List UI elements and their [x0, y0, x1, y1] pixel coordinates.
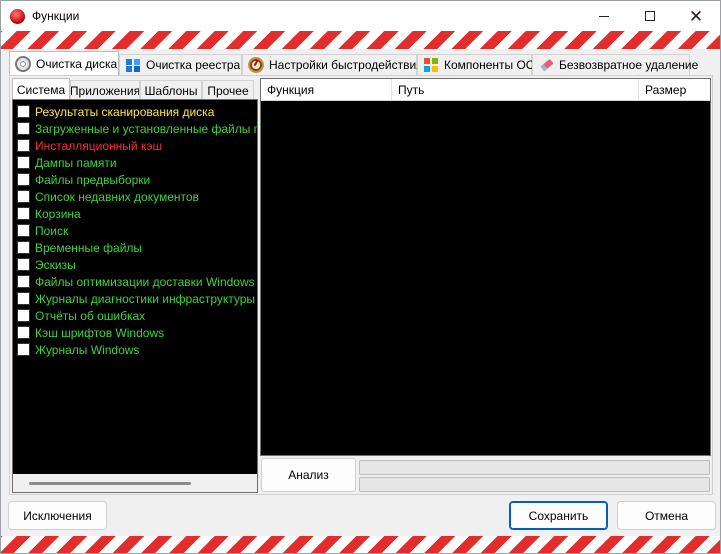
- tab-content-panel: Система Приложения Шаблоны Прочее Резуль…: [9, 75, 713, 495]
- checkbox[interactable]: [17, 258, 30, 271]
- item-label: Поиск: [35, 223, 69, 238]
- close-icon: ✕: [688, 6, 704, 26]
- tab-os-components[interactable]: Компоненты ОС: [417, 54, 535, 75]
- checkbox[interactable]: [17, 105, 30, 118]
- tab-label: Очистка реестра: [146, 58, 241, 72]
- registry-icon: [125, 57, 141, 73]
- list-item[interactable]: Отчёты об ошибках: [17, 307, 257, 324]
- maximize-button[interactable]: [627, 1, 673, 31]
- tab-label: Компоненты ОС: [444, 58, 535, 72]
- item-label: Временные файлы: [35, 240, 143, 255]
- minimize-icon: [599, 15, 609, 17]
- eraser-icon: [538, 57, 554, 73]
- item-label: Файлы предвыборки: [35, 172, 151, 187]
- tab-registry-cleanup[interactable]: Очистка реестра: [119, 54, 242, 75]
- checkbox[interactable]: [17, 343, 30, 356]
- save-button[interactable]: Сохранить: [509, 501, 608, 530]
- disk-icon: [15, 56, 31, 72]
- list-item[interactable]: Эскизы: [17, 256, 257, 273]
- checkbox[interactable]: [17, 156, 30, 169]
- decorative-stripe-top: [1, 31, 720, 49]
- exceptions-button[interactable]: Исключения: [8, 501, 107, 530]
- subtab-other[interactable]: Прочее: [202, 80, 254, 100]
- title-bar[interactable]: Функции ✕: [1, 1, 720, 31]
- list-item[interactable]: Временные файлы: [17, 239, 257, 256]
- app-icon: [10, 9, 25, 24]
- progress-bar-secondary: [359, 477, 710, 492]
- tab-permanent-deletion[interactable]: Безвозвратное удаление: [532, 54, 698, 75]
- decorative-stripe-bottom: [1, 536, 720, 553]
- checkbox[interactable]: [17, 241, 30, 254]
- item-label: Файлы оптимизации доставки Windows: [35, 274, 255, 289]
- results-grid[interactable]: Функция Путь Размер: [260, 78, 711, 456]
- main-tabs: Очистка диска Очистка реестра Настройки …: [9, 51, 712, 76]
- checkbox[interactable]: [17, 224, 30, 237]
- checkbox[interactable]: [17, 326, 30, 339]
- item-label: Журналы диагностики инфраструктуры Windo…: [35, 291, 257, 306]
- item-label: Отчёты об ошибках: [35, 308, 146, 323]
- speedometer-icon: [248, 57, 264, 73]
- checkbox[interactable]: [17, 207, 30, 220]
- list-item[interactable]: Список недавних документов: [17, 188, 257, 205]
- subtab-applications[interactable]: Приложения: [70, 80, 140, 100]
- scrollbar-thumb[interactable]: [29, 482, 191, 485]
- list-item[interactable]: Журналы Windows: [17, 341, 257, 358]
- column-header-function[interactable]: Функция: [261, 79, 392, 101]
- category-subtabs: Система Приложения Шаблоны Прочее: [12, 78, 258, 100]
- item-label: Корзина: [35, 206, 81, 221]
- item-label: Загруженные и установленные файлы програ…: [35, 121, 257, 136]
- column-header-path[interactable]: Путь: [392, 79, 639, 101]
- progress-bar-primary: [359, 460, 710, 475]
- item-label: Эскизы: [35, 257, 76, 272]
- item-label: Журналы Windows: [35, 342, 140, 357]
- cleanup-items-list[interactable]: Результаты сканирования диска Загруженны…: [12, 99, 258, 493]
- tab-label: Безвозвратное удаление: [559, 58, 699, 72]
- list-item[interactable]: Результаты сканирования диска: [17, 103, 257, 120]
- maximize-icon: [645, 11, 655, 21]
- analyze-button[interactable]: Анализ: [261, 458, 356, 492]
- tab-performance-settings[interactable]: Настройки быстродействия: [242, 54, 423, 75]
- list-item[interactable]: Файлы предвыборки: [17, 171, 257, 188]
- window-title: Функции: [32, 9, 80, 23]
- checkbox[interactable]: [17, 275, 30, 288]
- grid-header: Функция Путь Размер: [261, 79, 710, 101]
- tab-label: Очистка диска: [36, 57, 118, 71]
- close-button[interactable]: ✕: [673, 1, 719, 31]
- list-item[interactable]: Журналы диагностики инфраструктуры Windo…: [17, 290, 257, 307]
- column-header-size[interactable]: Размер: [639, 79, 710, 101]
- windows-logo-icon: [423, 57, 439, 73]
- checkbox[interactable]: [17, 139, 30, 152]
- item-label: Инсталляционный кэш: [35, 138, 163, 153]
- tab-label: Настройки быстродействия: [269, 58, 423, 72]
- cancel-button[interactable]: Отмена: [617, 501, 716, 530]
- list-item[interactable]: Кэш шрифтов Windows: [17, 324, 257, 341]
- checkbox[interactable]: [17, 173, 30, 186]
- category-panel: Система Приложения Шаблоны Прочее Резуль…: [12, 78, 258, 493]
- checkbox[interactable]: [17, 292, 30, 305]
- item-label: Результаты сканирования диска: [35, 104, 215, 119]
- item-label: Список недавних документов: [35, 189, 199, 204]
- list-item[interactable]: Файлы оптимизации доставки Windows: [17, 273, 257, 290]
- subtab-system[interactable]: Система: [12, 78, 70, 100]
- checkbox[interactable]: [17, 122, 30, 135]
- tab-disk-cleanup[interactable]: Очистка диска: [9, 51, 119, 76]
- list-item[interactable]: Загруженные и установленные файлы програ…: [17, 120, 257, 137]
- checkbox[interactable]: [17, 309, 30, 322]
- list-item[interactable]: Корзина: [17, 205, 257, 222]
- list-item[interactable]: Инсталляционный кэш: [17, 137, 257, 154]
- item-label: Дампы памяти: [35, 155, 117, 170]
- subtab-templates[interactable]: Шаблоны: [140, 80, 202, 100]
- checkbox[interactable]: [17, 190, 30, 203]
- list-item[interactable]: Дампы памяти: [17, 154, 257, 171]
- item-label: Кэш шрифтов Windows: [35, 325, 165, 340]
- list-item[interactable]: Поиск: [17, 222, 257, 239]
- minimize-button[interactable]: [581, 1, 627, 31]
- horizontal-scrollbar[interactable]: [13, 474, 257, 492]
- application-window: Функции ✕ Очистка диска Очистка реестра …: [0, 0, 721, 554]
